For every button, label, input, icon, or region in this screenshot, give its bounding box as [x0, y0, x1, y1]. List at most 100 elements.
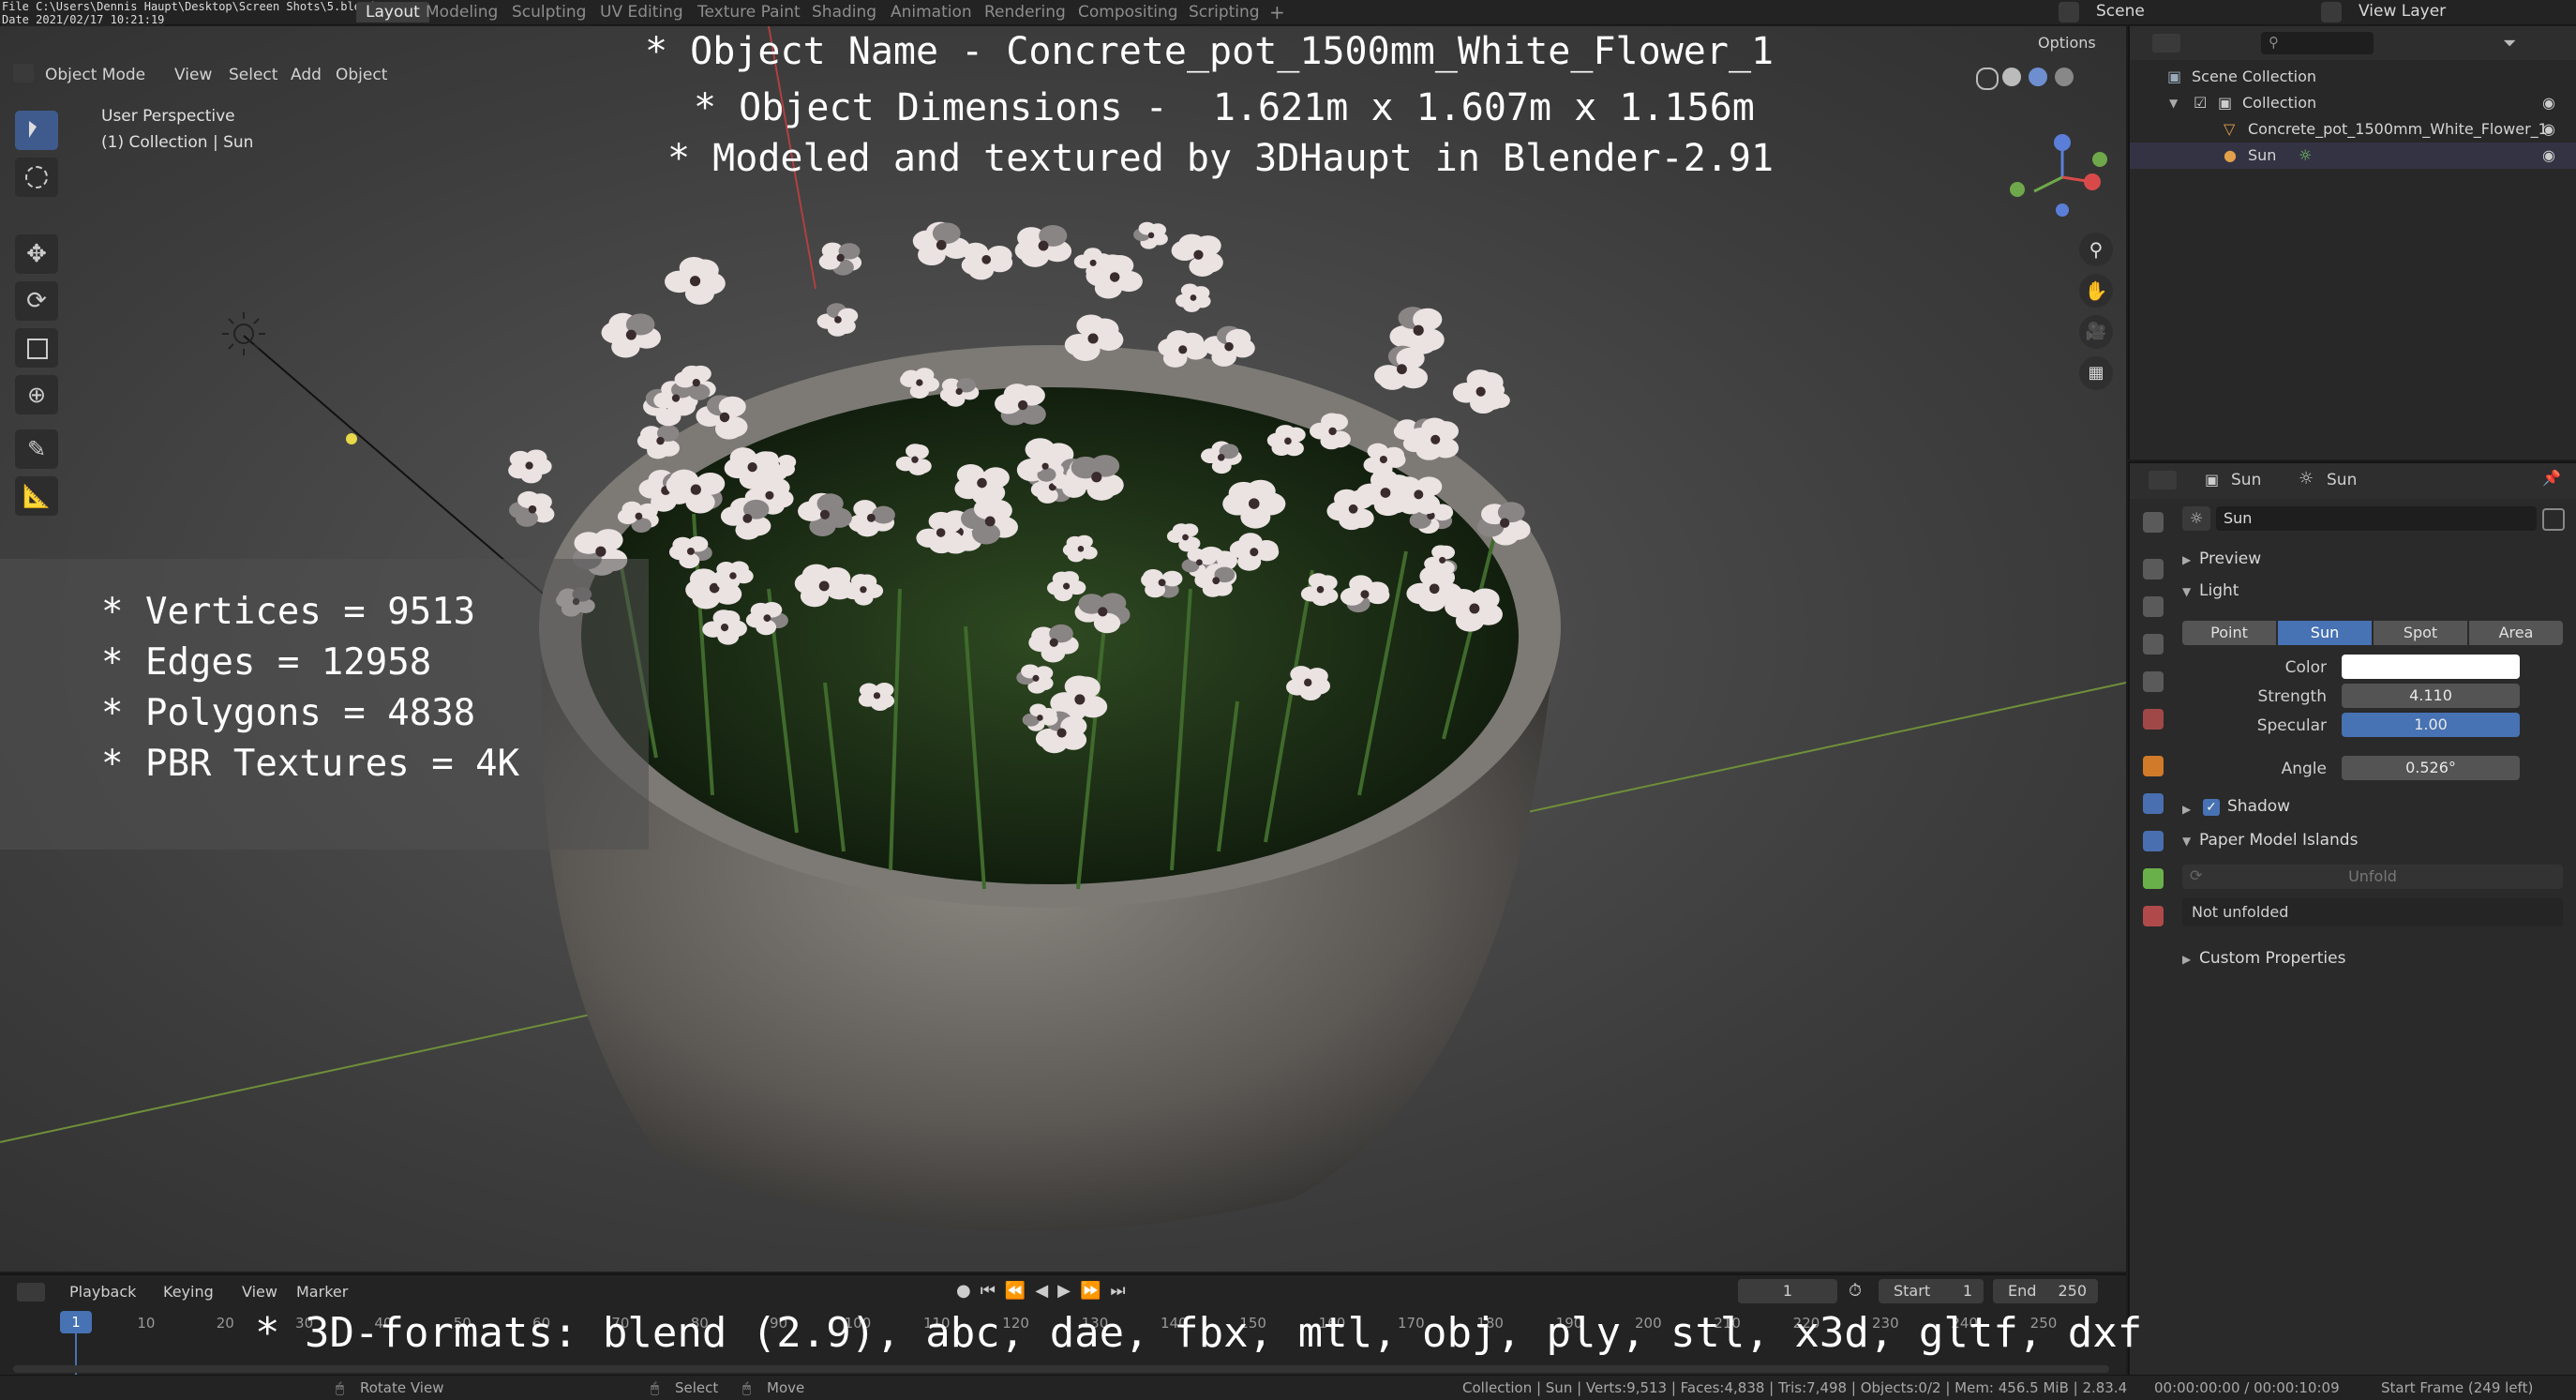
menu-object[interactable]: Object	[336, 66, 387, 84]
filter-icon[interactable]: ⏷	[2503, 34, 2516, 53]
menu-add[interactable]: Add	[291, 66, 322, 84]
camera-view-icon[interactable]: 🎥	[2079, 315, 2113, 349]
solid-shading-icon[interactable]	[2002, 68, 2021, 86]
light-type-spot[interactable]: Spot	[2374, 621, 2467, 645]
tab-uv-editing[interactable]: UV Editing	[600, 2, 683, 23]
navigation-gizmo[interactable]	[1997, 116, 2126, 238]
outliner-row-collection[interactable]: ▼ ☑ ▣ Collection ◉	[2130, 90, 2576, 116]
tab-rendering[interactable]: Rendering	[984, 2, 1066, 23]
cursor-tool-button[interactable]	[15, 158, 58, 197]
scene-tab-icon[interactable]	[2143, 671, 2164, 692]
select-tool-button[interactable]	[15, 111, 58, 150]
output-tab-icon[interactable]	[2143, 596, 2164, 617]
view-layer-icon[interactable]	[2321, 2, 2342, 23]
wireframe-shading-icon[interactable]	[1976, 68, 1999, 90]
rendered-shading-icon[interactable]	[2055, 68, 2074, 86]
outliner-editor-icon[interactable]	[2152, 34, 2180, 53]
menu-select[interactable]: Select	[229, 66, 277, 84]
playback-controls[interactable]: ●⏮⏪◀▶⏩⏭	[956, 1281, 1135, 1301]
flower	[1133, 221, 1168, 249]
outliner-row-sun[interactable]: ● Sun ☼ ◉	[2130, 143, 2576, 169]
object-tab-icon[interactable]	[2143, 756, 2164, 776]
outliner-panel: ⚲ ⏷ ▣ Scene Collection ▼ ☑ ▣ Collection …	[2128, 26, 2576, 459]
eye-icon[interactable]: ◉	[2542, 116, 2555, 143]
scene-icon[interactable]	[2059, 2, 2079, 23]
tab-shading[interactable]: Shading	[812, 2, 876, 23]
unfold-button[interactable]: ⟳ Unfold	[2182, 865, 2563, 889]
fake-user-icon[interactable]	[2542, 508, 2565, 531]
eye-icon[interactable]: ◉	[2542, 90, 2555, 116]
expand-icon[interactable]: ▼	[2169, 90, 2178, 116]
timeline-editor-icon[interactable]	[17, 1283, 45, 1302]
color-swatch[interactable]	[2342, 655, 2520, 679]
sun-datablock-icon[interactable]: ☼	[2182, 506, 2210, 531]
pan-hand-icon[interactable]: ✋	[2079, 274, 2113, 308]
annotate-tool-button[interactable]: ✎	[15, 429, 58, 469]
menu-view[interactable]: View	[174, 66, 212, 84]
zoom-icon[interactable]: ⚲	[2079, 233, 2113, 266]
start-value: 1	[1962, 1282, 1972, 1300]
menu-playback[interactable]: Playback	[69, 1283, 136, 1301]
eye-icon[interactable]: ◉	[2542, 143, 2555, 169]
pin-icon[interactable]: 📌	[2542, 469, 2561, 487]
light-type-point[interactable]: Point	[2182, 621, 2276, 645]
move-tool-button[interactable]: ✥	[15, 234, 58, 274]
ortho-grid-icon[interactable]: ▦	[2079, 356, 2113, 390]
section-custom-properties[interactable]: Custom Properties	[2199, 949, 2345, 968]
view-layer-name[interactable]: View Layer	[2359, 2, 2446, 21]
clock-icon[interactable]: ⏱	[1849, 1281, 1862, 1301]
menu-keying[interactable]: Keying	[163, 1283, 214, 1301]
section-shadow[interactable]: Shadow	[2227, 797, 2290, 816]
transform-tool-button[interactable]: ⊕	[15, 375, 58, 414]
light-data-tab-icon[interactable]	[2143, 868, 2164, 889]
tab-modeling[interactable]: Modeling	[426, 2, 498, 23]
stat-edges: * Edges = 12958	[101, 641, 432, 684]
properties-editor-icon[interactable]	[2149, 471, 2177, 489]
section-preview[interactable]: Preview	[2199, 549, 2261, 568]
add-workspace-icon[interactable]: +	[1269, 2, 1285, 23]
world-tab-icon[interactable]	[2143, 709, 2164, 730]
material-shading-icon[interactable]	[2029, 68, 2047, 86]
tab-layout[interactable]: Layout	[356, 2, 429, 23]
datablock-name-field[interactable]: Sun	[2216, 506, 2537, 531]
outliner-row-pot[interactable]: ▽ Concrete_pot_1500mm_White_Flower_1 ◉	[2130, 116, 2576, 143]
section-paper-model[interactable]: Paper Model Islands	[2199, 831, 2358, 850]
current-frame-field[interactable]: 1	[1738, 1279, 1837, 1303]
light-type-sun[interactable]: Sun	[2278, 621, 2372, 645]
section-light[interactable]: Light	[2199, 581, 2239, 600]
editor-type-icon[interactable]	[13, 64, 34, 83]
3d-viewport[interactable]: Object Mode View Select Add Object Optio…	[0, 26, 2126, 1272]
tab-sculpting[interactable]: Sculpting	[512, 2, 586, 23]
scene-name[interactable]: Scene	[2096, 2, 2145, 21]
rotate-tool-button[interactable]: ⟳	[15, 281, 58, 321]
strength-field[interactable]: 4.110	[2342, 684, 2520, 708]
tab-compositing[interactable]: Compositing	[1078, 2, 1178, 23]
tab-texture-paint[interactable]: Texture Paint	[697, 2, 801, 23]
tool-tab-icon[interactable]	[2143, 512, 2164, 533]
timeline-scrollbar[interactable]	[13, 1365, 2109, 1373]
options-dropdown[interactable]: Options	[2038, 34, 2096, 52]
constraints-tab-icon[interactable]	[2143, 831, 2164, 851]
render-tab-icon[interactable]	[2143, 559, 2164, 580]
start-frame-field[interactable]: Start 1	[1879, 1279, 1984, 1303]
view-layer-tab-icon[interactable]	[2143, 634, 2164, 655]
mode-dropdown[interactable]: Object Mode	[45, 66, 145, 84]
playhead[interactable]: 1	[60, 1311, 92, 1333]
texture-tab-icon[interactable]	[2143, 906, 2164, 926]
shadow-checkbox[interactable]: ✓	[2203, 799, 2220, 816]
specular-slider[interactable]: 1.00	[2342, 713, 2520, 737]
checkbox-icon[interactable]: ☑	[2194, 90, 2207, 116]
physics-tab-icon[interactable]	[2143, 793, 2164, 814]
end-frame-field[interactable]: End 250	[1993, 1279, 2098, 1303]
menu-marker[interactable]: Marker	[296, 1283, 348, 1301]
outliner-row-scene-collection[interactable]: ▣ Scene Collection	[2130, 64, 2576, 90]
tab-animation[interactable]: Animation	[891, 2, 972, 23]
measure-tool-button[interactable]: 📐	[15, 476, 58, 516]
light-type-area[interactable]: Area	[2469, 621, 2563, 645]
scale-tool-button[interactable]	[15, 328, 58, 368]
menu-timeline-view[interactable]: View	[242, 1283, 277, 1301]
angle-field[interactable]: 0.526°	[2342, 756, 2520, 780]
tab-scripting[interactable]: Scripting	[1189, 2, 1260, 23]
outliner-search-input[interactable]: ⚲	[2261, 32, 2374, 54]
strength-label: Strength	[2257, 687, 2327, 706]
